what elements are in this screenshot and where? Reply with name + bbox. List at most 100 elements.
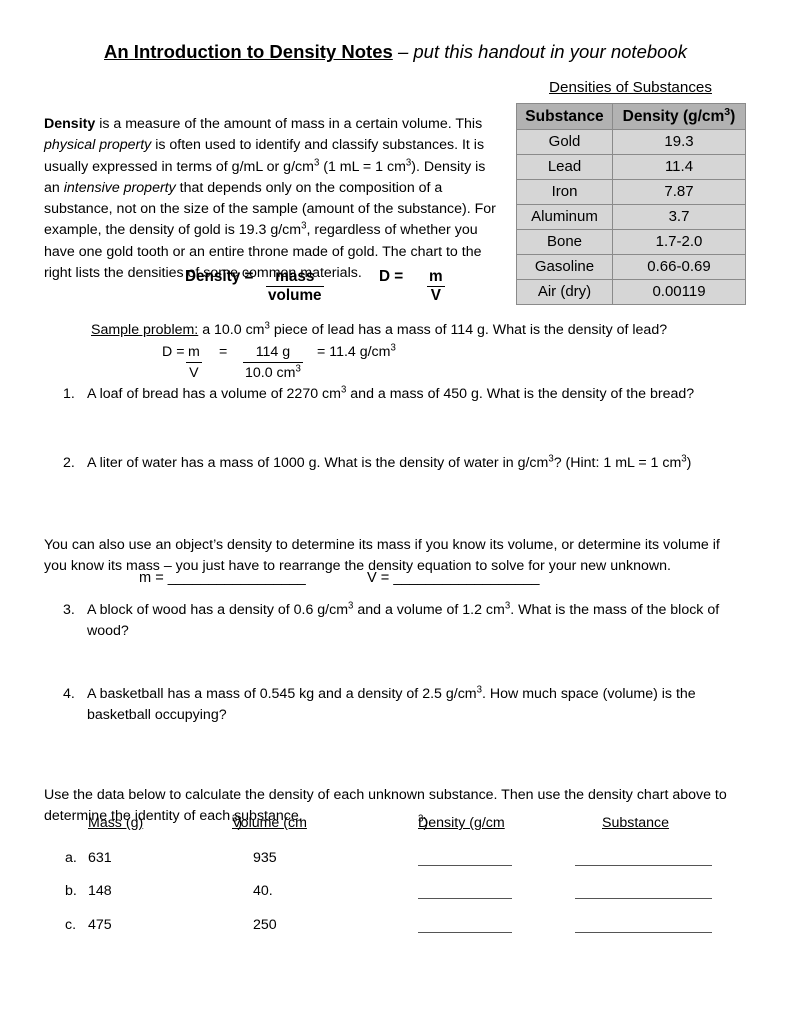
volume-blank-field[interactable]: V = __________________ (367, 570, 539, 586)
work-result-sup: 3 (390, 341, 396, 353)
data-row-a-mass: 631 (88, 850, 112, 866)
work-fraction-values: 114 g 10.0 cm3 (243, 342, 303, 384)
cell-density: 11.4 (612, 154, 746, 180)
question-3-number: 3. (63, 602, 75, 618)
data-header-substance-base: Substance (602, 815, 670, 831)
data-row-b-mass: 148 (88, 883, 112, 899)
data-row-c-label: c. (65, 917, 77, 933)
data-row-c: c. 475 250 (0, 917, 791, 939)
sample-problem-text-a: a 10.0 cm (198, 322, 265, 338)
question-4-text-a: A basketball has a mass of 0.545 kg and … (87, 686, 477, 702)
work-denominator-v: V (189, 365, 199, 382)
data-row-a-density-blank[interactable] (418, 865, 512, 866)
data-header-volume-base: Volume (cm (232, 815, 307, 831)
data-row-c-volume: 250 (253, 917, 277, 933)
equation-fraction-long: mass volume (266, 268, 324, 305)
question-2-text-b: ? (Hint: 1 mL = 1 cm (553, 455, 682, 471)
table-row: Bone 1.7-2.0 (516, 229, 746, 255)
equation-denominator: volume (268, 287, 322, 304)
data-row-b: b. 148 40. (0, 883, 791, 905)
page-title-main: An Introduction to Density Notes (104, 41, 393, 62)
work-numerator-mass: 114 g (243, 342, 303, 364)
question-4-number: 4. (63, 686, 75, 702)
page-title-subtitle: put this handout in your notebook (413, 41, 687, 62)
intro-italic-2: intensive property (63, 179, 176, 196)
data-row-b-substance-blank[interactable] (575, 898, 712, 899)
question-3-text: A block of wood has a density of 0.6 g/c… (87, 600, 738, 641)
density-table-header-substance: Substance (516, 103, 613, 130)
document-page: An Introduction to Density Notes – put t… (0, 0, 791, 1024)
intro-italic-1: physical property (44, 137, 152, 154)
density-header-density-tail: ) (730, 108, 736, 125)
data-row-b-volume: 40. (253, 883, 273, 899)
intro-paragraph: Density is a measure of the amount of ma… (44, 114, 505, 284)
data-row-c-density-blank[interactable] (418, 932, 512, 933)
equation-short-label: D = (379, 268, 404, 285)
work-numerator-m: m (186, 342, 202, 364)
intro-term: Density (44, 116, 96, 133)
equation-short-numerator: m (427, 268, 445, 287)
equation-label: Density = (185, 268, 254, 285)
mass-volume-blank-row: m = _________________ V = ______________… (44, 570, 744, 592)
data-row-a: a. 631 935 (0, 850, 791, 872)
density-table-header-row: Substance Density (g/cm3) (516, 103, 746, 130)
table-row: Aluminum 3.7 (516, 204, 746, 230)
mass-blank-label: m = (139, 570, 168, 586)
page-title: An Introduction to Density Notes – put t… (0, 41, 791, 63)
question-4: 4. A basketball has a mass of 0.545 kg a… (63, 684, 738, 725)
density-header-density-base: Density (g/cm (622, 108, 725, 125)
data-table-header-row: Mass (g) Volume (cm 3) Density (g/cm 3) Su… (0, 814, 791, 837)
question-2-text-c: ) (686, 455, 692, 471)
work-d-label: D = (162, 343, 185, 360)
work-denominator-volume: 10.0 cm3 (243, 363, 303, 384)
cell-density: 7.87 (612, 179, 746, 205)
data-row-c-mass: 475 (88, 917, 112, 933)
cell-substance: Bone (516, 229, 613, 255)
mass-blank-line: _________________ (167, 570, 306, 586)
question-1-number: 1. (63, 386, 75, 402)
equation-short-denominator: V (430, 287, 441, 304)
intro-text-3: (1 mL = 1 cm (319, 158, 406, 175)
density-table-caption: Densities of Substances (516, 79, 745, 96)
density-table-header-density: Density (g/cm3) (612, 103, 746, 130)
cell-density: 3.7 (612, 204, 746, 230)
cell-substance: Lead (516, 154, 613, 180)
question-2: 2. A liter of water has a mass of 1000 g… (63, 453, 733, 474)
cell-substance: Aluminum (516, 204, 613, 230)
work-denominator-volume-base: 10.0 cm (245, 365, 296, 382)
work-result-text: = 11.4 g/cm (317, 343, 391, 360)
page-title-separator: – (392, 41, 414, 62)
intro-text-1: is a measure of the amount of mass in a … (95, 116, 483, 133)
question-2-number: 2. (63, 455, 75, 471)
data-header-volume: Volume (cm 3) (232, 814, 307, 831)
question-1-text: A loaf of bread has a volume of 2270 cm3… (87, 384, 733, 405)
question-2-text-a: A liter of water has a mass of 1000 g. W… (87, 455, 549, 471)
mass-blank-field[interactable]: m = _________________ (139, 570, 306, 586)
question-4-text: A basketball has a mass of 0.545 kg and … (87, 684, 738, 725)
data-row-b-label: b. (65, 883, 77, 899)
table-row: Lead 11.4 (516, 154, 746, 180)
question-3-text-b: and a volume of 1.2 cm (353, 602, 505, 618)
data-header-density-base: Density (g/cm (418, 815, 505, 831)
sample-problem-work: D = m V = 114 g 10.0 cm3 = 11.4 g/cm3 (91, 342, 731, 384)
cell-substance: Gold (516, 129, 613, 155)
table-row: Iron 7.87 (516, 179, 746, 205)
cell-substance: Iron (516, 179, 613, 205)
data-row-a-label: a. (65, 850, 77, 866)
table-row: Gold 19.3 (516, 129, 746, 155)
data-header-density: Density (g/cm 3) (418, 814, 505, 831)
data-row-a-substance-blank[interactable] (575, 865, 712, 866)
sample-problem-label: Sample problem: (91, 322, 199, 338)
question-2-text: A liter of water has a mass of 1000 g. W… (87, 453, 733, 474)
question-1-text-b: and a mass of 450 g. What is the density… (346, 386, 695, 402)
cell-density: 1.7-2.0 (612, 229, 746, 255)
volume-blank-line: __________________ (393, 570, 540, 586)
data-row-b-density-blank[interactable] (418, 898, 512, 899)
data-header-mass-base: Mass (g) (88, 815, 144, 831)
equation-fraction-short: m V (427, 268, 445, 305)
work-denominator-volume-sup: 3 (295, 363, 301, 375)
sample-problem: Sample problem: a 10.0 cm 3 piece of lead… (91, 320, 731, 384)
data-row-c-substance-blank[interactable] (575, 932, 712, 933)
cell-density: 19.3 (612, 129, 746, 155)
question-1: 1. A loaf of bread has a volume of 2270 … (63, 384, 733, 405)
